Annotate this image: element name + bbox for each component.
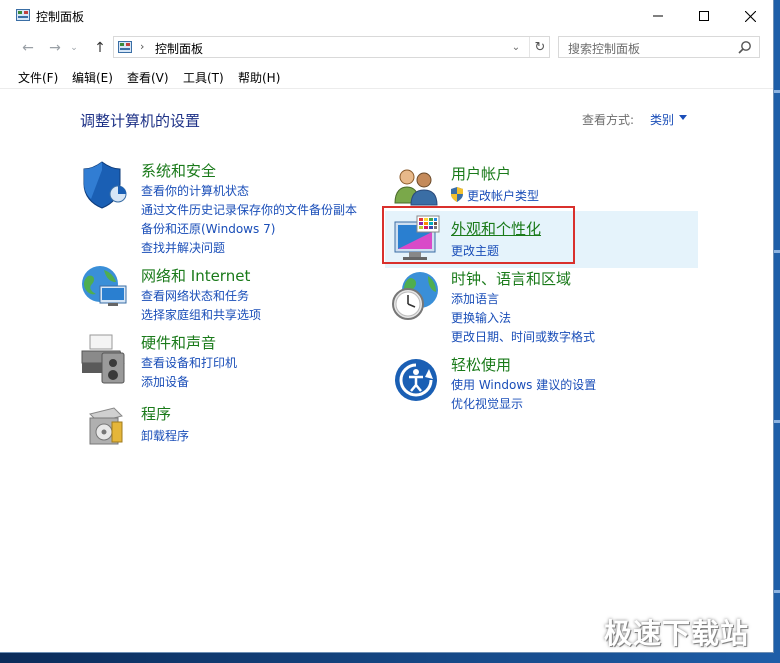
category-network-internet[interactable]: 网络和 Internet bbox=[141, 265, 250, 286]
view-by-label: 查看方式: bbox=[582, 113, 635, 127]
refresh-button[interactable]: ↻ bbox=[529, 37, 550, 57]
chevron-down-icon: ⌄ bbox=[70, 43, 78, 53]
control-panel-icon bbox=[118, 41, 132, 53]
menu-view[interactable]: 查看(V) bbox=[127, 69, 169, 86]
printer-icon[interactable] bbox=[80, 333, 130, 385]
chevron-down-icon: ⌄ bbox=[511, 41, 521, 53]
link-change-input-method[interactable]: 更换输入法 bbox=[451, 309, 511, 326]
address-history-dropdown[interactable]: ⌄ bbox=[508, 39, 524, 55]
address-bar[interactable]: › 控制面板 ⌄ ↻ bbox=[113, 36, 550, 58]
window-title: 控制面板 bbox=[36, 10, 85, 24]
link-view-computer-status[interactable]: 查看你的计算机状态 bbox=[141, 182, 249, 199]
menu-edit[interactable]: 编辑(E) bbox=[72, 69, 113, 86]
menu-bar: 文件(F) 编辑(E) 查看(V) 工具(T) 帮助(H) bbox=[0, 66, 773, 89]
link-devices-printers[interactable]: 查看设备和打印机 bbox=[141, 354, 237, 371]
refresh-icon: ↻ bbox=[534, 39, 546, 55]
search-icon[interactable] bbox=[738, 40, 752, 54]
breadcrumb-separator[interactable]: › bbox=[140, 40, 144, 53]
link-troubleshoot[interactable]: 查找并解决问题 bbox=[141, 239, 225, 256]
close-icon bbox=[744, 10, 756, 22]
shield-icon[interactable] bbox=[82, 160, 128, 210]
link-change-account-type[interactable]: 更改帐户类型 bbox=[467, 187, 539, 204]
recent-locations-button[interactable]: ⌄ bbox=[67, 38, 81, 58]
forward-arrow-icon: → bbox=[49, 40, 61, 56]
programs-icon[interactable] bbox=[86, 404, 126, 446]
search-box[interactable]: 搜索控制面板 bbox=[558, 36, 760, 58]
up-button[interactable]: ↑ bbox=[89, 38, 111, 58]
users-icon[interactable] bbox=[393, 165, 439, 207]
back-button[interactable]: ← bbox=[17, 38, 39, 58]
minimize-icon bbox=[653, 15, 663, 17]
link-backup-restore[interactable]: 备份和还原(Windows 7) bbox=[141, 220, 275, 237]
category-programs[interactable]: 程序 bbox=[141, 403, 171, 424]
category-ease-of-access[interactable]: 轻松使用 bbox=[451, 354, 511, 375]
search-input[interactable]: 搜索控制面板 bbox=[568, 40, 640, 57]
monitor-palette-icon[interactable] bbox=[393, 214, 441, 262]
link-add-device[interactable]: 添加设备 bbox=[141, 373, 189, 390]
ease-of-access-icon[interactable] bbox=[393, 357, 439, 403]
up-arrow-icon: ↑ bbox=[94, 40, 106, 56]
category-hardware-sound[interactable]: 硬件和声音 bbox=[141, 332, 216, 353]
view-by-dropdown[interactable]: 类别 bbox=[650, 111, 674, 128]
network-icon[interactable] bbox=[80, 264, 130, 310]
category-system-security[interactable]: 系统和安全 bbox=[141, 160, 216, 181]
minimize-button[interactable] bbox=[635, 0, 681, 32]
menu-tools[interactable]: 工具(T) bbox=[183, 69, 224, 86]
link-add-language[interactable]: 添加语言 bbox=[451, 290, 499, 307]
forward-button[interactable]: → bbox=[44, 38, 66, 58]
category-user-accounts[interactable]: 用户帐户 bbox=[451, 163, 511, 184]
link-uninstall-program[interactable]: 卸载程序 bbox=[141, 427, 189, 444]
control-panel-window: 控制面板 ← → ⌄ ↑ › 控制面板 ⌄ ↻ 搜索控制面板 文件(F) 编辑(… bbox=[0, 0, 774, 653]
breadcrumb-control-panel[interactable]: 控制面板 bbox=[155, 40, 203, 57]
link-optimize-visual-display[interactable]: 优化视觉显示 bbox=[451, 395, 523, 412]
link-change-theme[interactable]: 更改主题 bbox=[451, 242, 499, 259]
title-bar[interactable]: 控制面板 bbox=[0, 0, 773, 32]
close-button[interactable] bbox=[727, 0, 773, 32]
back-arrow-icon: ← bbox=[22, 40, 34, 56]
maximize-button[interactable] bbox=[681, 0, 727, 32]
link-recommended-settings[interactable]: 使用 Windows 建议的设置 bbox=[451, 376, 596, 393]
link-homegroup-sharing[interactable]: 选择家庭组和共享选项 bbox=[141, 306, 261, 323]
menu-help[interactable]: 帮助(H) bbox=[238, 69, 280, 86]
uac-shield-icon bbox=[451, 187, 463, 202]
menu-file[interactable]: 文件(F) bbox=[18, 69, 58, 86]
watermark-text: 极速下载站 bbox=[604, 617, 750, 650]
clock-globe-icon[interactable] bbox=[390, 270, 440, 322]
category-appearance-personalization[interactable]: 外观和个性化 bbox=[451, 218, 541, 239]
link-file-history-backup[interactable]: 通过文件历史记录保存你的文件备份副本 bbox=[141, 201, 357, 218]
view-by-dropdown-arrow-icon[interactable] bbox=[679, 115, 687, 120]
page-title: 调整计算机的设置 bbox=[80, 112, 201, 130]
link-network-status[interactable]: 查看网络状态和任务 bbox=[141, 287, 249, 304]
link-change-date-time-format[interactable]: 更改日期、时间或数字格式 bbox=[451, 328, 595, 345]
control-panel-icon bbox=[16, 9, 30, 21]
category-clock-language-region[interactable]: 时钟、语言和区域 bbox=[451, 268, 571, 289]
maximize-icon bbox=[699, 11, 709, 21]
